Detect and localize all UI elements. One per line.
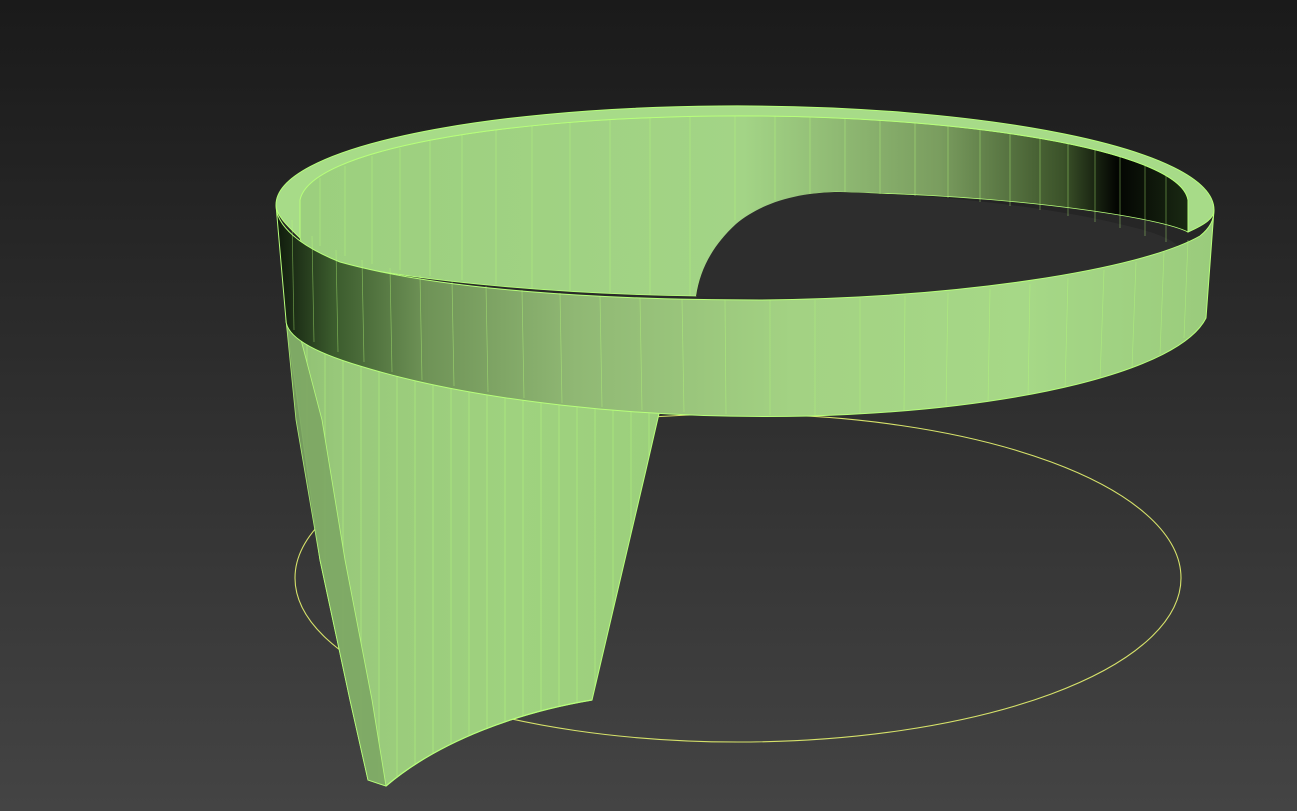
viewport-canvas[interactable]: [0, 0, 1297, 811]
3d-viewport[interactable]: [0, 0, 1297, 811]
